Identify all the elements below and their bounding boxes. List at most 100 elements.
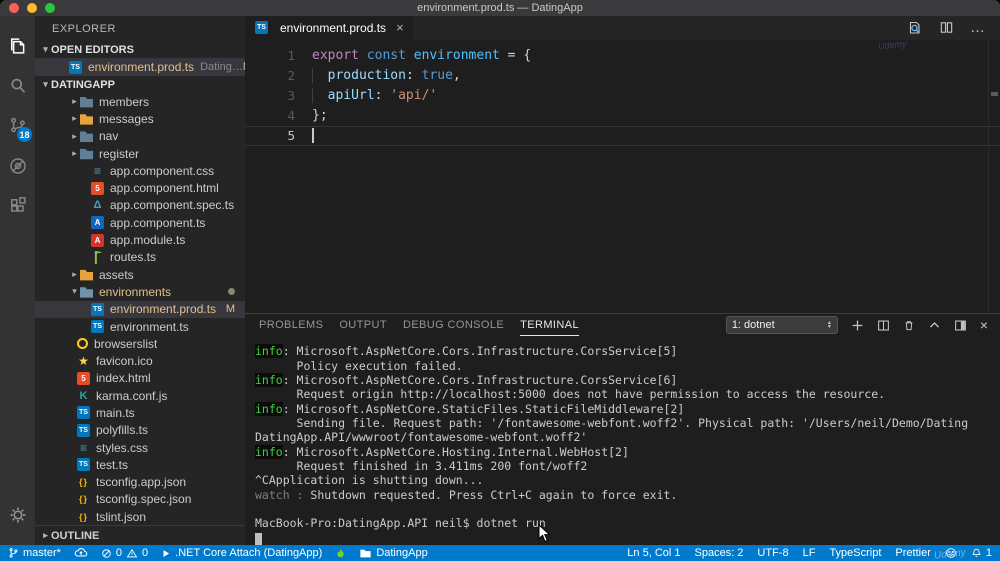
terminal-select[interactable]: 1: dotnet ▲ ▼ [725,316,838,335]
star-icon: ★ [78,354,89,369]
tree-item-label: environment.ts [110,319,189,334]
kill-terminal-icon[interactable] [903,319,915,332]
extensions-icon[interactable] [0,186,35,226]
debug-launch-status[interactable]: .NET Core Attach (DatingApp) [161,547,322,559]
feedback-smiley-icon[interactable] [945,547,957,559]
eol-status[interactable]: LF [803,547,816,559]
terminal-content[interactable]: info: Microsoft.AspNetCore.Cors.Infrastr… [245,336,1000,545]
karma-icon: K [79,389,88,402]
debug-config-name: .NET Core Attach (DatingApp) [175,547,323,559]
tree-item-tslint-json[interactable]: {} tslint.json [35,508,245,525]
panel-tab-terminal[interactable]: TERMINAL [520,314,579,336]
ts-icon: TS [255,21,268,35]
debug-icon[interactable] [0,146,35,186]
panel-tab-debug-console[interactable]: DEBUG CONSOLE [403,314,504,336]
tree-item-register[interactable]: ▸ register [35,145,245,162]
tree-item-app-component-html[interactable]: 5 app.component.html [35,179,245,196]
panel-tab-problems[interactable]: PROBLEMS [259,314,323,336]
tree-item-environments[interactable]: ▾ environments [35,283,245,300]
workspace-folder-status[interactable]: DatingApp [359,547,428,559]
tab-close-icon[interactable]: × [396,20,404,35]
encoding-status[interactable]: UTF-8 [757,547,788,559]
tree-item-browserslist[interactable]: browserslist [35,335,245,352]
tree-item-label: members [99,94,150,109]
tree-item-assets[interactable]: ▸ assets [35,266,245,283]
outline-header[interactable]: ▸ OUTLINE [35,525,245,545]
project-header[interactable]: ▾ DATINGAPP [35,76,245,93]
chevron-right-icon: ▸ [72,148,77,159]
source-control-icon[interactable]: 18 [0,106,35,146]
tree-item-nav[interactable]: ▸ nav [35,128,245,145]
tree-item-label: karma.conf.js [96,388,168,403]
chevron-down-icon: ▾ [43,44,48,54]
tree-item-favicon-ico[interactable]: ★ favicon.ico [35,352,245,369]
open-changes-icon[interactable] [907,20,923,36]
folder-open-icon [80,287,93,298]
ng-icon: A [91,216,104,230]
tree-item-app-component-css[interactable]: ≡ app.component.css [35,162,245,179]
git-branch-status[interactable]: master* [8,547,61,559]
zoom-window-button[interactable] [45,3,55,13]
tree-item-messages[interactable]: ▸ messages [35,110,245,127]
new-terminal-icon[interactable] [851,319,864,332]
terminal-line: ^CApplication is shutting down... [255,473,484,488]
language-mode-status[interactable]: TypeScript [829,547,881,559]
flame-icon[interactable] [335,547,346,560]
git-modified-badge: M [225,303,235,316]
open-editor-item[interactable]: TS environment.prod.ts Dating… M [35,58,245,76]
tree-item-app-component-spec-ts[interactable]: Δapp.component.spec.ts [35,197,245,214]
open-editors-header[interactable]: ▾ OPEN EDITORS [35,41,245,58]
sync-icon[interactable] [74,547,88,559]
notification-count: 1 [985,547,992,559]
status-bar: master* 0 0 .NET Core Attach (DatingApp)… [0,545,1000,561]
window-title: environment.prod.ts — DatingApp [417,2,583,14]
browserslist-icon [77,338,88,350]
tree-item-polyfills-ts[interactable]: TS polyfills.ts [35,422,245,439]
tree-item-label: tsconfig.app.json [96,475,187,490]
tree-item-app-component-ts[interactable]: Aapp.component.ts [35,214,245,231]
tree-item-app-module-ts[interactable]: Aapp.module.ts [35,231,245,248]
tree-item-tsconfig-spec-json[interactable]: {} tsconfig.spec.json [35,491,245,508]
tree-item-main-ts[interactable]: TS main.ts [35,404,245,421]
cursor-position-status[interactable]: Ln 5, Col 1 [627,547,680,559]
tree-item-styles-css[interactable]: ≡ styles.css [35,439,245,456]
terminal-line: info: Microsoft.AspNetCore.StaticFiles.S… [255,401,685,416]
close-window-button[interactable] [9,3,19,13]
code-line: 4}; [245,106,1000,126]
line-number: 2 [287,68,295,84]
panel-tab-output[interactable]: OUTPUT [339,314,387,336]
tree-item-karma-conf-js[interactable]: Kkarma.conf.js [35,387,245,404]
formatter-status[interactable]: Prettier [895,547,930,559]
search-icon[interactable] [0,66,35,106]
code-line: 1 export const environment = { [245,46,1000,66]
tree-item-index-html[interactable]: 5 index.html [35,370,245,387]
maximize-panel-icon[interactable] [928,319,941,332]
indentation-status[interactable]: Spaces: 2 [695,547,744,559]
notifications-bell[interactable]: 1 [971,547,992,559]
split-editor-icon[interactable] [939,20,954,35]
ts-icon: TS [77,406,90,420]
tree-item-environment-ts[interactable]: TS environment.ts [35,318,245,335]
ts-icon: TS [91,320,104,333]
ts-icon: TS [91,302,104,316]
explorer-icon[interactable] [0,26,35,66]
tree-item-tsconfig-app-json[interactable]: {} tsconfig.app.json [35,474,245,491]
tab-environment-prod-ts[interactable]: TS environment.prod.ts × [245,16,414,40]
code-editor[interactable]: 1 export const environment = {2 productio… [245,39,1000,314]
close-panel-icon[interactable]: × [980,318,988,332]
more-actions-icon[interactable]: … [970,19,986,36]
tree-item-members[interactable]: ▸ members [35,93,245,110]
minimize-window-button[interactable] [27,3,37,13]
panel-layout-icon[interactable] [954,319,967,332]
vscode-window: environment.prod.ts — DatingApp 18 EXPLO… [0,0,1000,561]
activity-bar: 18 [0,16,35,545]
tree-item-label: app.component.ts [110,215,206,230]
problems-status[interactable]: 0 0 [101,547,148,559]
tree-item-routes-ts[interactable]: routes.ts [35,249,245,266]
tree-item-test-ts[interactable]: TS test.ts [35,456,245,473]
tree-item-environment-prod-ts[interactable]: TS environment.prod.ts M [35,300,245,318]
settings-gear-icon[interactable] [0,495,35,535]
folder-orange-icon [80,114,93,125]
split-terminal-icon[interactable] [877,319,890,332]
